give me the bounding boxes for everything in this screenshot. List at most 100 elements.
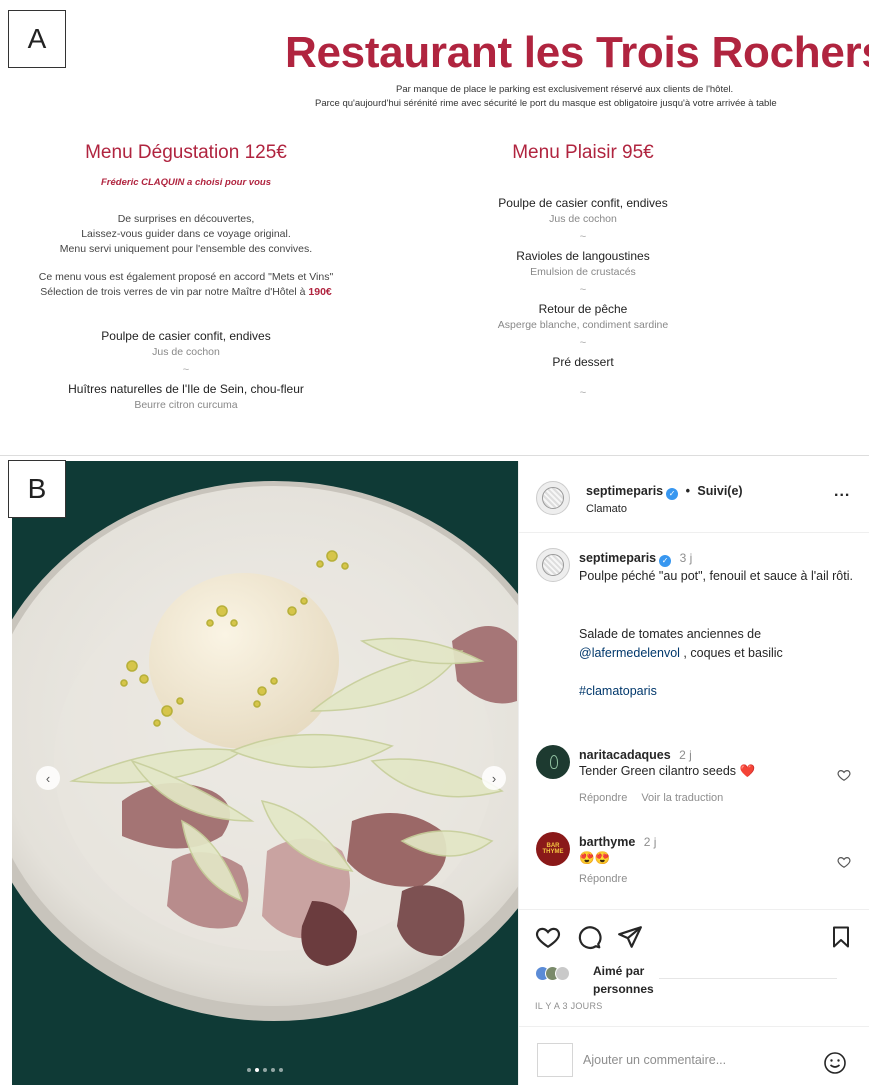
avatar[interactable] — [536, 548, 570, 582]
carousel-next-button[interactable]: › — [482, 766, 506, 790]
caption-text: Poulpe péché "au pot", fenouil et sauce … — [579, 569, 853, 583]
liked-prefix: Aimé par — [593, 964, 645, 978]
heart-icon[interactable] — [837, 855, 851, 869]
carousel-dot[interactable] — [255, 1068, 259, 1072]
carousel-dot[interactable] — [271, 1068, 275, 1072]
menu-plaisir: Menu Plaisir 95€ Poulpe de casier confit… — [428, 142, 738, 405]
dish-name: Huîtres naturelles de l'Ile de Sein, cho… — [68, 382, 304, 396]
share-icon[interactable] — [617, 924, 643, 950]
header-user: septimeparis ✓ • Suivi(e) — [586, 482, 743, 500]
pairing-price: 190€ — [308, 286, 332, 298]
parking-note: Par manque de place le parking est exclu… — [396, 84, 734, 95]
comment-avatar-placeholder — [537, 1043, 573, 1077]
pairing-text: Sélection de trois verres de vin par not… — [40, 286, 306, 298]
avatar — [555, 966, 570, 981]
post-photo[interactable]: ‹ › — [12, 461, 518, 1085]
chevron-left-icon: ‹ — [45, 770, 51, 786]
avatar[interactable]: BAR THYME — [536, 832, 570, 866]
liked-by-text: Aimé par — [593, 964, 644, 978]
heart-icon[interactable] — [837, 768, 851, 782]
post-date: IL Y A 3 JOURS — [535, 1001, 603, 1011]
mention-link[interactable]: @lafermedelenvol — [579, 646, 680, 660]
dish-separator: ~ — [579, 387, 587, 399]
pairing-line: Sélection de trois verres de vin par not… — [0, 285, 372, 300]
wine-pairing: Ce menu vous est également proposé en ac… — [0, 270, 372, 300]
menu-plaisir-title: Menu Plaisir 95€ — [512, 142, 654, 163]
dish-name: Pré dessert — [552, 355, 614, 369]
panel-a-menu: A Restaurant les Trois Rochers Par manqu… — [0, 0, 869, 455]
heart-icon[interactable] — [535, 924, 561, 950]
username-link[interactable]: septimeparis — [586, 484, 663, 498]
more-options-icon[interactable]: ... — [834, 483, 850, 501]
hashtag-link[interactable]: #clamatoparis — [579, 684, 657, 698]
bookmark-icon[interactable] — [829, 924, 853, 950]
mask-note: Parce qu'aujourd'hui sérénité rime avec … — [315, 98, 777, 109]
caption-text-part: , coques et basilic — [683, 646, 783, 660]
post-header: septimeparis ✓ • Suivi(e) Clamato ... — [519, 461, 869, 533]
reply-button[interactable]: Répondre — [579, 873, 627, 885]
carousel-dot[interactable] — [279, 1068, 283, 1072]
menu-degustation: Menu Dégustation 125€ Fréderic CLAQUIN a… — [0, 142, 372, 411]
verified-icon: ✓ — [666, 488, 679, 500]
dish-separator: ~ — [579, 284, 587, 296]
caption-text: Salade de tomates anciennes de @lafermed… — [579, 625, 859, 663]
username-link[interactable]: barthyme — [579, 835, 635, 849]
comment-user: barthyme 2 j — [579, 833, 656, 851]
smile-icon[interactable] — [823, 1051, 847, 1075]
follow-separator: • — [685, 484, 690, 498]
comment-time: 2 j — [679, 748, 692, 762]
caption-text-part: Salade de tomates anciennes de — [579, 627, 762, 641]
caption-user: septimeparis ✓ 3 j — [579, 549, 692, 567]
dish-description: Jus de cochon — [152, 346, 220, 358]
reply-button[interactable]: Répondre — [579, 792, 627, 804]
post-time: 3 j — [679, 551, 693, 565]
caption-hashtags: #clamatoparis — [579, 682, 859, 701]
panel-label-a: A — [8, 10, 66, 68]
username-link[interactable]: septimeparis — [579, 551, 656, 565]
dish-name: Poulpe de casier confit, endives — [498, 196, 668, 210]
comment-text: Tender Green cilantro seeds ❤️ — [579, 764, 755, 779]
carousel-prev-button[interactable]: ‹ — [36, 766, 60, 790]
dish-name: Ravioles de langoustines — [516, 249, 650, 263]
liked-count[interactable]: personnes — [593, 982, 654, 996]
verified-icon: ✓ — [659, 555, 672, 567]
dish-list: Poulpe de casier confit, endives Jus de … — [428, 196, 738, 399]
comment-input[interactable] — [583, 1053, 803, 1067]
comment-time: 2 j — [643, 835, 657, 849]
comment-actions: Répondre Voir la traduction — [579, 792, 723, 804]
dish-description: Beurre citron curcuma — [134, 399, 238, 411]
avatar[interactable] — [536, 745, 570, 779]
avatar[interactable] — [536, 481, 570, 515]
comment-actions: Répondre — [579, 873, 627, 885]
carousel-dot[interactable] — [263, 1068, 267, 1072]
menu-degustation-subtitle: Fréderic CLAQUIN a choisi pour vous — [101, 177, 271, 188]
comment-text: 😍😍 — [579, 851, 611, 865]
menu-intro: De surprises en découvertes, Laissez-vou… — [0, 212, 372, 257]
comment-body: Tender Green cilantro seeds — [579, 764, 737, 778]
instagram-sidebar: septimeparis ✓ • Suivi(e) Clamato ... sep… — [518, 461, 869, 1085]
menu-degustation-title: Menu Dégustation 125€ — [85, 142, 287, 163]
panel-b-instagram-post: B ‹ › septimeparis ✓ • Suivi(e) Clamato … — [0, 455, 869, 1085]
pairing-line: Ce menu vous est également proposé en ac… — [38, 271, 334, 283]
username-link[interactable]: naritacadaques — [579, 748, 671, 762]
dish-description: Asperge blanche, condiment sardine — [497, 319, 669, 331]
carousel-dot[interactable] — [247, 1068, 251, 1072]
panel-label-b: B — [8, 460, 66, 518]
dish-name: Poulpe de casier confit, endives — [101, 329, 271, 343]
comment-user: naritacadaques 2 j — [579, 746, 692, 764]
carousel-dots — [12, 1068, 518, 1072]
intro-line: Menu servi uniquement pour l'ensemble de… — [59, 243, 313, 255]
dish-separator: ~ — [579, 337, 587, 349]
dish-list: Poulpe de casier confit, endives Jus de … — [0, 329, 372, 411]
intro-line: De surprises en découvertes, — [117, 213, 255, 225]
intro-line: Laissez-vous guider dans ce voyage origi… — [81, 228, 291, 240]
translate-button[interactable]: Voir la traduction — [641, 792, 723, 804]
dish-separator: ~ — [579, 231, 587, 243]
location-link[interactable]: Clamato — [586, 503, 627, 515]
comment-icon[interactable] — [576, 924, 602, 950]
restaurant-title: Restaurant les Trois Rochers — [285, 28, 869, 77]
follow-button[interactable]: Suivi(e) — [697, 484, 742, 498]
redacted-bar — [659, 965, 837, 979]
dish-description: Emulsion de crustacés — [530, 266, 636, 278]
dish-name: Retour de pêche — [538, 302, 628, 316]
